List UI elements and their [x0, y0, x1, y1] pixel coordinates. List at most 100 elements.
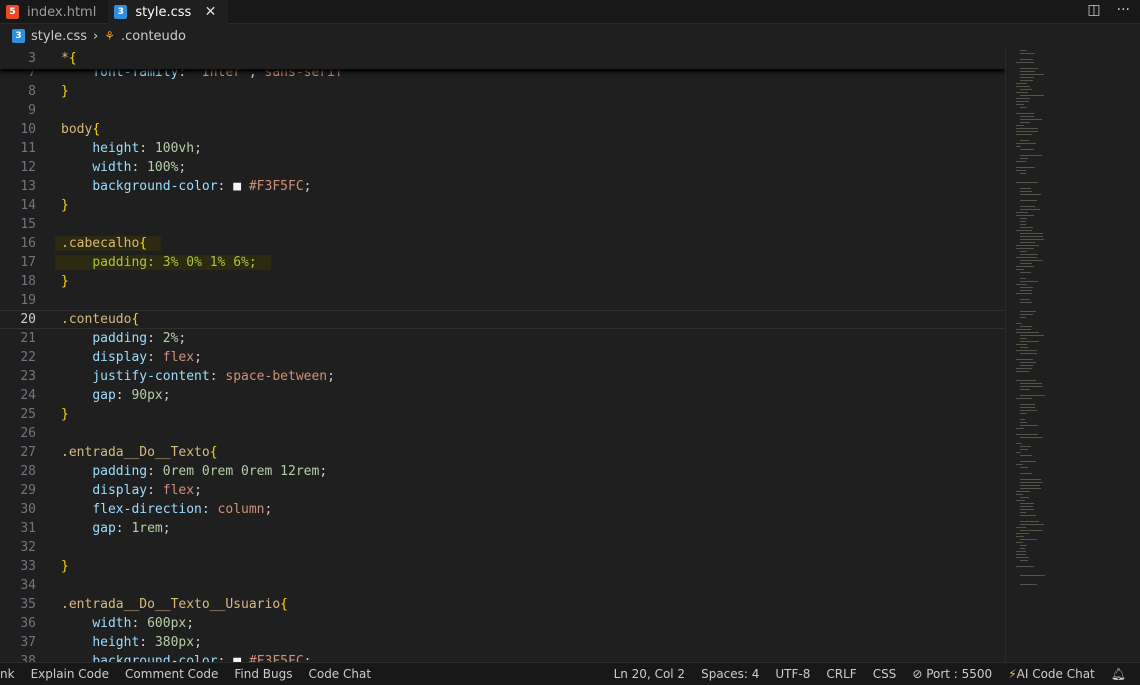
minimap-line — [1016, 542, 1023, 543]
minimap-line — [1020, 218, 1027, 219]
minimap-line — [1016, 134, 1033, 135]
line-ending[interactable]: CRLF — [826, 667, 856, 681]
code-line[interactable]: 16 .cabecalho{ — [0, 234, 1005, 253]
find-bugs-button[interactable]: Find Bugs — [234, 667, 292, 681]
code-line[interactable]: 14} — [0, 196, 1005, 215]
code-line[interactable]: 33} — [0, 557, 1005, 576]
minimap-line — [1016, 146, 1022, 147]
line-number: 20 — [20, 312, 36, 327]
code-line[interactable]: 30 flex-direction: column; — [0, 500, 1005, 519]
minimap[interactable] — [1005, 48, 1140, 662]
minimap-line — [1020, 521, 1040, 522]
code-line[interactable]: 28 padding: 0rem 0rem 0rem 12rem; — [0, 462, 1005, 481]
minimap-line — [1020, 410, 1037, 411]
encoding[interactable]: UTF-8 — [775, 667, 810, 681]
code-editor[interactable]: 3 *{ 7 font-family: "Inter", sans-serif 8}… — [0, 48, 1005, 662]
code-line[interactable]: 17 padding: 3% 0% 1% 6%; — [0, 253, 1005, 272]
code-line[interactable]: 34 — [0, 576, 1005, 595]
code-line[interactable]: 11 height: 100vh; — [0, 139, 1005, 158]
minimap-line — [1016, 257, 1037, 258]
minimap-line — [1020, 188, 1031, 189]
minimap-line — [1020, 413, 1027, 414]
code-line[interactable]: 20 .conteudo{ — [0, 310, 1005, 329]
code-token: : — [147, 483, 163, 498]
minimap-line — [1016, 245, 1040, 246]
code-line[interactable]: 23 justify-content: space-between; — [0, 367, 1005, 386]
css-property: padding — [92, 464, 148, 479]
line-number: 23 — [20, 369, 36, 384]
minimap-line — [1020, 383, 1043, 384]
code-line[interactable]: 36 width: 600px; — [0, 614, 1005, 633]
sticky-scroll-line[interactable]: 3 *{ — [0, 48, 1005, 69]
minimap-line — [1020, 509, 1034, 510]
code-content: flex-direction: column; — [61, 502, 272, 517]
code-line[interactable]: 18} — [0, 272, 1005, 291]
code-line[interactable]: 26 — [0, 424, 1005, 443]
code-line[interactable]: 19 — [0, 291, 1005, 310]
code-line[interactable]: 9 — [0, 101, 1005, 120]
minimap-line — [1020, 419, 1026, 420]
minimap-line — [1016, 98, 1031, 99]
minimap-line — [1020, 236, 1044, 237]
bell-icon[interactable]: 🔔︎ — [1111, 667, 1126, 681]
line-number: 15 — [20, 217, 36, 232]
code-line[interactable]: 8} — [0, 82, 1005, 101]
cursor-position[interactable]: Ln 20, Col 2 — [614, 667, 686, 681]
more-actions-icon[interactable]: ··· — [1117, 2, 1130, 18]
code-line[interactable]: 12 width: 100%; — [0, 158, 1005, 177]
code-content: } — [61, 559, 69, 574]
tab-style-css[interactable]: 3 style.css ✕ — [108, 0, 229, 24]
language-mode[interactable]: CSS — [873, 667, 897, 681]
code-token: column — [217, 502, 265, 517]
indentation[interactable]: Spaces: 4 — [701, 667, 759, 681]
code-content: background-color: ■ #F3F5FC; — [61, 654, 311, 662]
code-chat-button[interactable]: Code Chat — [308, 667, 371, 681]
code-line[interactable]: 29 display: flex; — [0, 481, 1005, 500]
code-line[interactable]: 13 background-color: ■ #F3F5FC; — [0, 177, 1005, 196]
minimap-line — [1020, 311, 1037, 312]
code-line[interactable]: 21 padding: 2%; — [0, 329, 1005, 348]
comment-code-button[interactable]: Comment Code — [125, 667, 218, 681]
minimap-line — [1020, 119, 1042, 120]
code-line[interactable]: 25} — [0, 405, 1005, 424]
code-line[interactable]: 37 height: 380px; — [0, 633, 1005, 652]
line-number: 24 — [20, 388, 36, 403]
breadcrumb-file[interactable]: style.css — [31, 29, 87, 44]
ai-code-chat-button[interactable]: ⚡AI Code Chat — [1008, 667, 1095, 681]
code-line[interactable]: 38 background-color: ■ #F3F5FC; — [0, 652, 1005, 662]
code-line[interactable]: 32 — [0, 538, 1005, 557]
code-token: #F3F5FC — [248, 179, 304, 194]
breadcrumb-symbol[interactable]: .conteudo — [121, 29, 186, 44]
css-property: height — [92, 635, 140, 650]
tab-index-html[interactable]: 5 index.html — [0, 0, 108, 24]
code-token: : — [139, 141, 155, 156]
code-token: : — [209, 369, 226, 384]
code-line[interactable]: 10 body{ — [0, 120, 1005, 139]
code-line[interactable]: 27 .entrada__Do__Texto{ — [0, 443, 1005, 462]
explain-code-button[interactable]: Explain Code — [31, 667, 109, 681]
minimap-line — [1020, 545, 1027, 546]
status-item[interactable]: nk — [0, 667, 15, 681]
code-token: ■ — [233, 179, 249, 194]
code-line[interactable]: 15 — [0, 215, 1005, 234]
code-line[interactable]: 35 .entrada__Do__Texto__Usuario{ — [0, 595, 1005, 614]
code-token: 1rem — [131, 521, 163, 536]
minimap-line — [1020, 317, 1026, 318]
split-editor-icon[interactable]: ◫ — [1087, 2, 1100, 18]
code-content: height: 100vh; — [61, 141, 202, 156]
minimap-line — [1020, 353, 1037, 354]
minimap-line — [1016, 533, 1030, 534]
code-line[interactable]: 31 gap: 1rem; — [0, 519, 1005, 538]
minimap-line — [1020, 422, 1027, 423]
close-icon[interactable]: ✕ — [205, 4, 217, 20]
code-token: ; — [319, 464, 328, 479]
code-line[interactable]: 24 gap: 90px; — [0, 386, 1005, 405]
live-server-port[interactable]: ⊘ Port : 5500 — [912, 667, 992, 681]
breadcrumb: 3 style.css › ⚘ .conteudo — [0, 24, 1140, 48]
code-token: } — [61, 274, 69, 289]
code-line[interactable]: 22 display: flex; — [0, 348, 1005, 367]
